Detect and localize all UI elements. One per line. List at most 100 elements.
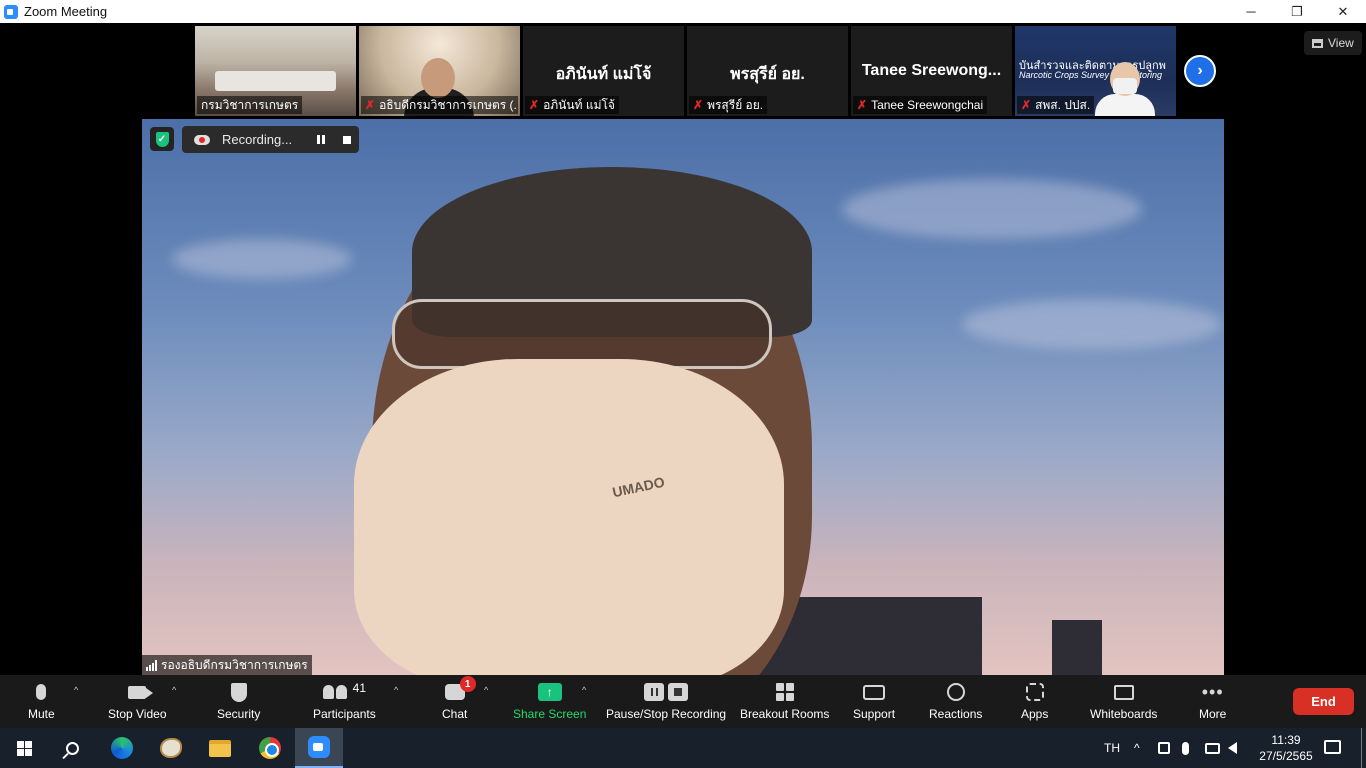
breakout-rooms-icon: [775, 683, 794, 701]
office-banner-text: Narcotic Crops Survey & Monitoring: [1019, 70, 1163, 80]
support-label: Support: [853, 707, 896, 721]
chat-button[interactable]: 1 Chat: [442, 676, 476, 721]
stop-video-label: Stop Video: [108, 707, 167, 721]
taskbar-search[interactable]: [48, 728, 96, 768]
chat-unread-badge: 1: [459, 676, 476, 692]
security-label: Security: [217, 707, 261, 721]
reactions-button[interactable]: Reactions: [929, 681, 982, 721]
support-icon: [863, 684, 886, 700]
taskbar-zoom[interactable]: [295, 728, 343, 768]
windows-taskbar: TH ^ 11:39 27/5/2565: [0, 728, 1366, 768]
clock-date: 27/5/2565: [1259, 749, 1313, 763]
more-label: More: [1199, 707, 1227, 721]
participant-display-name: Tanee Sreewong...: [861, 62, 1002, 79]
pause-recording-icon[interactable]: [310, 130, 332, 150]
stop-icon: [668, 683, 689, 701]
taskbar-clock[interactable]: 11:39 27/5/2565: [1254, 732, 1318, 764]
meeting-stage: กรมวิชาการเกษตร ✗ อธิบดีกรมวิชาการเกษตร …: [0, 23, 1366, 675]
whiteboards-button[interactable]: Whiteboards: [1090, 681, 1157, 721]
recording-indicator: Recording...: [182, 126, 359, 153]
breakout-rooms-button[interactable]: Breakout Rooms: [740, 681, 829, 721]
mute-label: Mute: [28, 707, 55, 721]
participant-tile[interactable]: กรมวิชาการเกษตร: [195, 26, 356, 116]
notifications-icon[interactable]: [1324, 740, 1341, 754]
tray-meet-now[interactable]: [1158, 728, 1170, 768]
speaker-name-label: รองอธิบดีกรมวิชาการเกษตร: [142, 655, 312, 675]
apps-label: Apps: [1021, 707, 1049, 721]
participant-tile[interactable]: Tanee Sreewong... ✗ Tanee Sreewongchai: [851, 26, 1012, 116]
more-button[interactable]: ••• More: [1199, 681, 1226, 721]
tray-network[interactable]: [1205, 728, 1220, 768]
start-button[interactable]: [0, 728, 48, 768]
end-meeting-button[interactable]: End: [1293, 688, 1354, 715]
security-button[interactable]: Security: [217, 681, 260, 721]
participants-count: 41: [352, 681, 367, 695]
participant-tile[interactable]: พรสุรีย์ อย. ✗ พรสุรีย์ อย.: [687, 26, 848, 116]
mic-muted-icon: ✗: [693, 98, 704, 112]
participants-button[interactable]: 41 Participants: [313, 681, 376, 721]
participant-tile[interactable]: อภินันท์ แม่โจ้ ✗ อภินันท์ แม่โจ้: [523, 26, 684, 116]
paint-palette-icon: [160, 738, 182, 758]
participants-options-caret[interactable]: ^: [394, 685, 398, 695]
mute-button[interactable]: Mute: [28, 681, 55, 721]
microphone-tray-icon: [1182, 741, 1189, 755]
participant-tile[interactable]: บันสำรวจและติดตามการปลูกพ Narcotic Crops…: [1015, 26, 1176, 116]
cloud-recording-icon: [194, 134, 210, 145]
participant-name-label: ✗ อธิบดีกรมวิชาการเกษตร (...: [361, 96, 518, 114]
window-title: Zoom Meeting: [24, 4, 108, 19]
share-options-caret[interactable]: ^: [582, 685, 586, 695]
taskbar-chrome[interactable]: [246, 728, 294, 768]
close-button[interactable]: ✕: [1320, 0, 1366, 23]
share-screen-button[interactable]: ↑ Share Screen: [513, 681, 586, 721]
chat-options-caret[interactable]: ^: [484, 685, 488, 695]
participant-name: พรสุรีย์ อย.: [707, 97, 764, 112]
show-desktop-button[interactable]: [1361, 728, 1362, 768]
participants-icon: [322, 685, 347, 699]
stop-recording-icon[interactable]: [336, 130, 358, 150]
participant-name-label: ✗ สพส. ปปส.: [1017, 96, 1095, 114]
audio-options-caret[interactable]: ^: [74, 685, 78, 695]
minimize-button[interactable]: ─: [1228, 0, 1274, 23]
participant-name-label: ✗ Tanee Sreewongchai: [853, 96, 988, 114]
speaker-volume-icon: [1228, 742, 1237, 754]
encryption-shield-icon[interactable]: ✓: [150, 127, 174, 151]
taskbar-file-explorer[interactable]: [196, 728, 244, 768]
tray-volume[interactable]: [1228, 728, 1237, 768]
tray-microphone[interactable]: [1182, 728, 1189, 768]
next-page-arrow-icon[interactable]: ›: [1184, 55, 1216, 87]
tray-overflow-chevron[interactable]: ^: [1134, 728, 1140, 768]
speaker-mask: [354, 359, 784, 675]
active-speaker-video: UMADO ✓ Recording... รองอธิบดีกรมวิชาการ…: [142, 119, 1224, 675]
zoom-app-icon: [4, 4, 18, 19]
restore-button[interactable]: ❐: [1274, 0, 1320, 23]
speaker-name: รองอธิบดีกรมวิชาการเกษตร: [161, 657, 308, 672]
clock-time: 11:39: [1271, 733, 1301, 747]
whiteboard-icon: [1113, 684, 1134, 700]
taskbar-edge[interactable]: [98, 728, 146, 768]
apps-button[interactable]: Apps: [1021, 681, 1048, 721]
mic-muted-icon: ✗: [857, 98, 868, 112]
window-controls: ─ ❐ ✕: [1228, 0, 1366, 23]
support-button[interactable]: Support: [853, 681, 895, 721]
pause-stop-recording-button[interactable]: Pause/Stop Recording: [606, 681, 726, 721]
language-indicator[interactable]: TH: [1104, 728, 1120, 768]
participants-label: Participants: [313, 707, 376, 721]
participant-name-label: ✗ พรสุรีย์ อย.: [689, 96, 768, 114]
pause-icon: [644, 683, 665, 701]
taskbar-paint[interactable]: [147, 728, 195, 768]
search-icon: [65, 741, 79, 755]
participant-tile[interactable]: ✗ อธิบดีกรมวิชาการเกษตร (...: [359, 26, 520, 116]
windows-logo-icon: [16, 740, 32, 756]
breakout-rooms-label: Breakout Rooms: [740, 707, 830, 721]
pause-stop-recording-label: Pause/Stop Recording: [606, 707, 727, 721]
language-label: TH: [1104, 741, 1120, 755]
stop-video-button[interactable]: Stop Video: [108, 681, 167, 721]
video-options-caret[interactable]: ^: [172, 685, 176, 695]
whiteboards-label: Whiteboards: [1090, 707, 1158, 721]
chevron-up-icon: ^: [1134, 741, 1140, 755]
folder-icon: [209, 739, 231, 757]
view-button[interactable]: View: [1304, 31, 1362, 55]
share-screen-icon: ↑: [537, 683, 562, 701]
edge-browser-icon: [111, 737, 133, 759]
participant-strip: กรมวิชาการเกษตร ✗ อธิบดีกรมวิชาการเกษตร …: [195, 26, 1176, 116]
